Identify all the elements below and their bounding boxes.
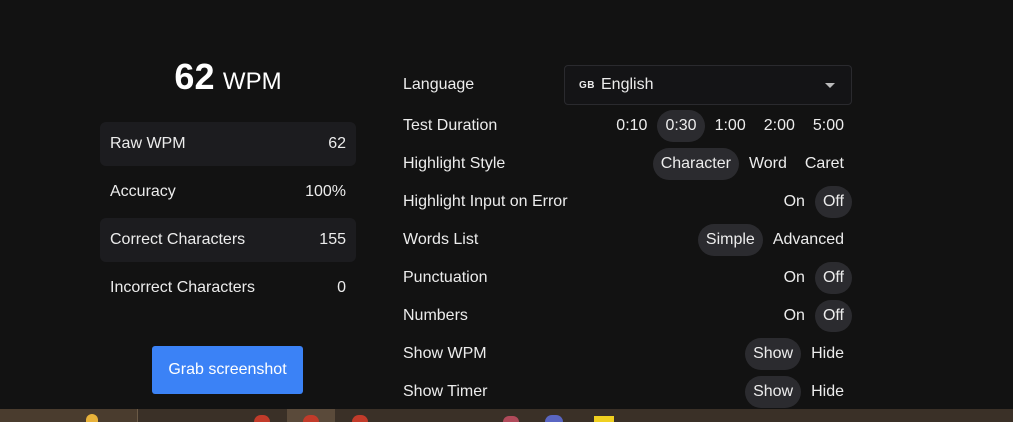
option-word[interactable]: Word xyxy=(741,148,795,180)
stat-correct-characters: Correct Characters 155 xyxy=(100,218,356,262)
option-5-00[interactable]: 5:00 xyxy=(805,110,852,142)
folder-icon[interactable] xyxy=(86,414,98,422)
setting-label: Numbers xyxy=(403,307,468,324)
option-1-00[interactable]: 1:00 xyxy=(707,110,754,142)
option-on[interactable]: On xyxy=(776,262,813,294)
numbers-options: On Off xyxy=(776,300,852,332)
language-value: English xyxy=(601,76,654,93)
option-simple[interactable]: Simple xyxy=(697,224,763,256)
punctuation-options: On Off xyxy=(776,262,852,294)
wpm-value: 62 xyxy=(174,56,215,97)
stat-label: Accuracy xyxy=(110,183,176,200)
stat-value: 100% xyxy=(305,183,346,200)
language-label: Language xyxy=(403,76,475,93)
setting-label: Show WPM xyxy=(403,345,487,362)
option-on[interactable]: On xyxy=(776,186,813,218)
words-list-options: Simple Advanced xyxy=(697,224,852,256)
option-0-10[interactable]: 0:10 xyxy=(608,110,655,142)
option-show[interactable]: Show xyxy=(745,338,802,370)
option-show[interactable]: Show xyxy=(745,376,802,408)
setting-label: Words List xyxy=(403,231,479,248)
setting-highlight-error: Highlight Input on Error On Off xyxy=(403,183,852,221)
setting-highlight-style: Highlight Style Character Word Caret xyxy=(403,145,852,183)
setting-show-wpm: Show WPM Show Hide xyxy=(403,335,852,373)
stat-value: 155 xyxy=(319,231,346,248)
stat-value: 62 xyxy=(328,135,346,152)
chevron-down-icon xyxy=(825,83,835,88)
stat-label: Correct Characters xyxy=(110,231,246,248)
taskbar-search-box[interactable] xyxy=(0,409,138,422)
option-advanced[interactable]: Advanced xyxy=(765,224,852,256)
option-off[interactable]: Off xyxy=(814,262,852,294)
option-off[interactable]: Off xyxy=(814,186,852,218)
stat-incorrect-characters: Incorrect Characters 0 xyxy=(100,266,356,310)
grab-screenshot-button[interactable]: Grab screenshot xyxy=(152,346,303,394)
setting-label: Punctuation xyxy=(403,269,488,286)
show-timer-options: Show Hide xyxy=(745,376,852,408)
app-icon[interactable] xyxy=(303,415,319,422)
highlight-style-options: Character Word Caret xyxy=(652,148,852,180)
stat-accuracy: Accuracy 100% xyxy=(100,170,356,214)
option-character[interactable]: Character xyxy=(652,148,739,180)
app-icon[interactable] xyxy=(503,416,519,422)
stat-value: 0 xyxy=(337,279,346,296)
option-hide[interactable]: Hide xyxy=(803,338,852,370)
wpm-result: 62 WPM xyxy=(100,56,356,98)
setting-words-list: Words List Simple Advanced xyxy=(403,221,852,259)
app-icon[interactable] xyxy=(594,416,614,422)
app-icon[interactable] xyxy=(254,415,270,422)
gb-flag-icon: GB xyxy=(579,79,595,91)
option-hide[interactable]: Hide xyxy=(803,376,852,408)
setting-show-timer: Show Timer Show Hide xyxy=(403,373,852,411)
taskbar xyxy=(0,409,1013,422)
stat-raw-wpm: Raw WPM 62 xyxy=(100,122,356,166)
stat-label: Incorrect Characters xyxy=(110,279,255,296)
wpm-unit: WPM xyxy=(222,68,282,95)
option-on[interactable]: On xyxy=(776,300,813,332)
setting-numbers: Numbers On Off xyxy=(403,297,852,335)
setting-label: Show Timer xyxy=(403,383,488,400)
duration-options: 0:10 0:30 1:00 2:00 5:00 xyxy=(608,110,852,142)
highlight-error-options: On Off xyxy=(776,186,852,218)
show-wpm-options: Show Hide xyxy=(745,338,852,370)
option-off[interactable]: Off xyxy=(814,300,852,332)
setting-label: Test Duration xyxy=(403,117,498,134)
app-icon[interactable] xyxy=(352,415,368,422)
setting-test-duration: Test Duration 0:10 0:30 1:00 2:00 5:00 xyxy=(403,107,852,145)
language-select[interactable]: GB English xyxy=(564,65,852,105)
option-caret[interactable]: Caret xyxy=(797,148,852,180)
setting-label: Highlight Style xyxy=(403,155,506,172)
setting-label: Highlight Input on Error xyxy=(403,193,568,210)
stat-label: Raw WPM xyxy=(110,135,186,152)
setting-punctuation: Punctuation On Off xyxy=(403,259,852,297)
option-2-00[interactable]: 2:00 xyxy=(756,110,803,142)
app-icon[interactable] xyxy=(545,415,563,422)
option-0-30[interactable]: 0:30 xyxy=(657,110,705,142)
